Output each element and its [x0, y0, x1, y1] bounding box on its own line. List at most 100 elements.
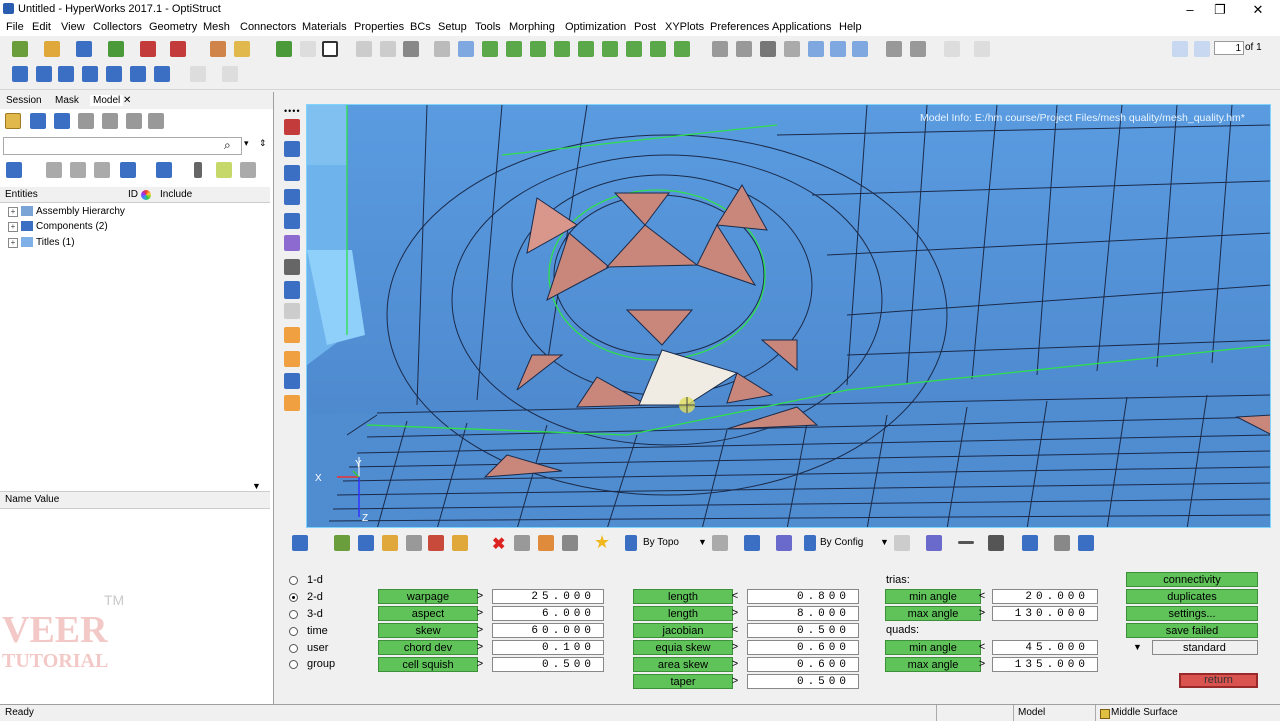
favorite-star-icon[interactable]: ★ — [594, 532, 610, 553]
viz-icon-8[interactable] — [538, 535, 554, 551]
length-min-button[interactable]: length — [633, 589, 733, 604]
trias-min-angle-value[interactable]: 20.000 — [992, 589, 1098, 604]
copy-icon[interactable] — [910, 41, 926, 57]
menu-mesh[interactable]: Mesh — [203, 21, 230, 33]
trias-max-angle-value[interactable]: 130.000 — [992, 606, 1098, 621]
view-iso3-icon[interactable] — [650, 41, 666, 57]
menu-setup[interactable]: Setup — [438, 21, 467, 33]
viz-icon-15[interactable] — [958, 541, 974, 544]
menu-connectors[interactable]: Connectors — [240, 21, 296, 33]
quads-max-angle-button[interactable]: max angle — [885, 657, 981, 672]
tree-assembly-hierarchy[interactable]: + Assembly Hierarchy — [8, 206, 125, 217]
viz-icon-16[interactable] — [988, 535, 1004, 551]
length-min-operator[interactable]: < — [730, 590, 740, 602]
display-icon[interactable] — [6, 162, 22, 178]
v-icon-9[interactable] — [284, 395, 300, 411]
jacobian-button[interactable]: jacobian — [633, 623, 733, 638]
component-view-icon[interactable] — [5, 113, 21, 129]
mesh-view[interactable]: Y X Z — [307, 105, 1271, 528]
tree-titles[interactable]: + Titles (1) — [8, 237, 75, 248]
menu-materials[interactable]: Materials — [302, 21, 347, 33]
next-page-icon[interactable] — [1194, 41, 1210, 57]
radio-2d[interactable]: 2-d — [289, 591, 323, 603]
radio-time[interactable]: time — [289, 625, 328, 637]
element-color-icon[interactable] — [120, 162, 136, 178]
page-icon[interactable] — [300, 41, 316, 57]
radio-1d[interactable]: 1-d — [289, 574, 323, 586]
chord-dev-operator[interactable]: > — [475, 641, 485, 653]
by-topo-dropdown-icon[interactable]: ▼ — [698, 537, 707, 547]
status-surface[interactable]: Middle Surface — [1111, 707, 1178, 718]
skew-value[interactable]: 60.000 — [492, 623, 604, 638]
save-icon[interactable] — [76, 41, 92, 57]
trias-min-angle-operator[interactable]: < — [977, 590, 987, 602]
assembly-view-icon[interactable] — [30, 113, 46, 129]
v-icon-1[interactable] — [284, 119, 300, 135]
view-right-icon[interactable] — [530, 41, 546, 57]
jacobian-value[interactable]: 0.500 — [747, 623, 859, 638]
viz-icon-17[interactable] — [1022, 535, 1038, 551]
equia-skew-button[interactable]: equia skew — [633, 640, 733, 655]
material-view-icon[interactable] — [54, 113, 70, 129]
viz-icon-12[interactable] — [776, 535, 792, 551]
connectivity-button[interactable]: connectivity — [1126, 572, 1258, 587]
quads-max-angle-operator[interactable]: > — [977, 658, 987, 670]
bar-icon-1[interactable] — [12, 66, 28, 82]
view-bottom-icon[interactable] — [578, 41, 594, 57]
v-icon-7[interactable] — [284, 259, 300, 275]
quads-max-angle-value[interactable]: 135.000 — [992, 657, 1098, 672]
export-solver-icon[interactable] — [170, 41, 186, 57]
menu-collectors[interactable]: Collectors — [93, 21, 142, 33]
chord-dev-value[interactable]: 0.100 — [492, 640, 604, 655]
pan-hand-icon[interactable] — [784, 41, 800, 57]
add-page-icon[interactable] — [276, 41, 292, 57]
radio-3d[interactable]: 3-d — [289, 608, 323, 620]
measure-icon[interactable] — [284, 303, 300, 319]
equia-skew-operator[interactable]: > — [730, 641, 740, 653]
window-layout-icon[interactable] — [322, 41, 338, 57]
v-icon-2[interactable] — [284, 141, 300, 157]
redo-icon[interactable] — [222, 66, 238, 82]
delete-icon[interactable]: ✖ — [492, 534, 505, 554]
taper-button[interactable]: taper — [633, 674, 733, 689]
menu-tools[interactable]: Tools — [475, 21, 501, 33]
cursor-icon[interactable] — [194, 162, 202, 178]
import-icon[interactable] — [108, 41, 124, 57]
folder-icon[interactable] — [234, 41, 250, 57]
label-icon-1[interactable] — [284, 327, 300, 343]
chord-dev-button[interactable]: chord dev — [378, 640, 478, 655]
by-config-icon[interactable] — [804, 535, 816, 551]
filter-view-icon[interactable] — [148, 113, 164, 129]
viz-icon-5[interactable] — [428, 535, 444, 551]
undo-icon[interactable] — [190, 66, 206, 82]
numbers-icon[interactable] — [284, 281, 300, 299]
settings-button[interactable]: settings... — [1126, 606, 1258, 621]
zoom-window-icon[interactable] — [712, 41, 728, 57]
aspect-button[interactable]: aspect — [378, 606, 478, 621]
cut-icon[interactable] — [886, 41, 902, 57]
bar-icon-6[interactable] — [130, 66, 146, 82]
highlight-icon[interactable] — [216, 162, 232, 178]
view-left-icon[interactable] — [458, 41, 474, 57]
viz-icon-9[interactable] — [562, 535, 578, 551]
bar-icon-4[interactable] — [82, 66, 98, 82]
maximize-button[interactable]: ❐ — [1202, 0, 1238, 19]
settings-view-icon[interactable] — [102, 113, 118, 129]
isolate-icon[interactable] — [94, 162, 110, 178]
length-max-value[interactable]: 8.000 — [747, 606, 859, 621]
skew-operator[interactable]: > — [475, 624, 485, 636]
tab-model[interactable]: Model — [90, 95, 124, 106]
user-profile-icon[interactable] — [210, 41, 226, 57]
bar-icon-2[interactable] — [36, 66, 52, 82]
trias-min-angle-button[interactable]: min angle — [885, 589, 981, 604]
prev-page-icon[interactable] — [1172, 41, 1188, 57]
v-icon-8[interactable] — [284, 373, 300, 389]
menu-view[interactable]: View — [61, 21, 85, 33]
tree-components[interactable]: + Components (2) — [8, 221, 108, 232]
menu-morphing[interactable]: Morphing — [509, 21, 555, 33]
viz-icon-11[interactable] — [744, 535, 760, 551]
page-number-input[interactable]: 1 — [1214, 41, 1244, 55]
rotate-v-icon[interactable] — [830, 41, 846, 57]
view-top-icon[interactable] — [554, 41, 570, 57]
rotate-h-icon[interactable] — [808, 41, 824, 57]
